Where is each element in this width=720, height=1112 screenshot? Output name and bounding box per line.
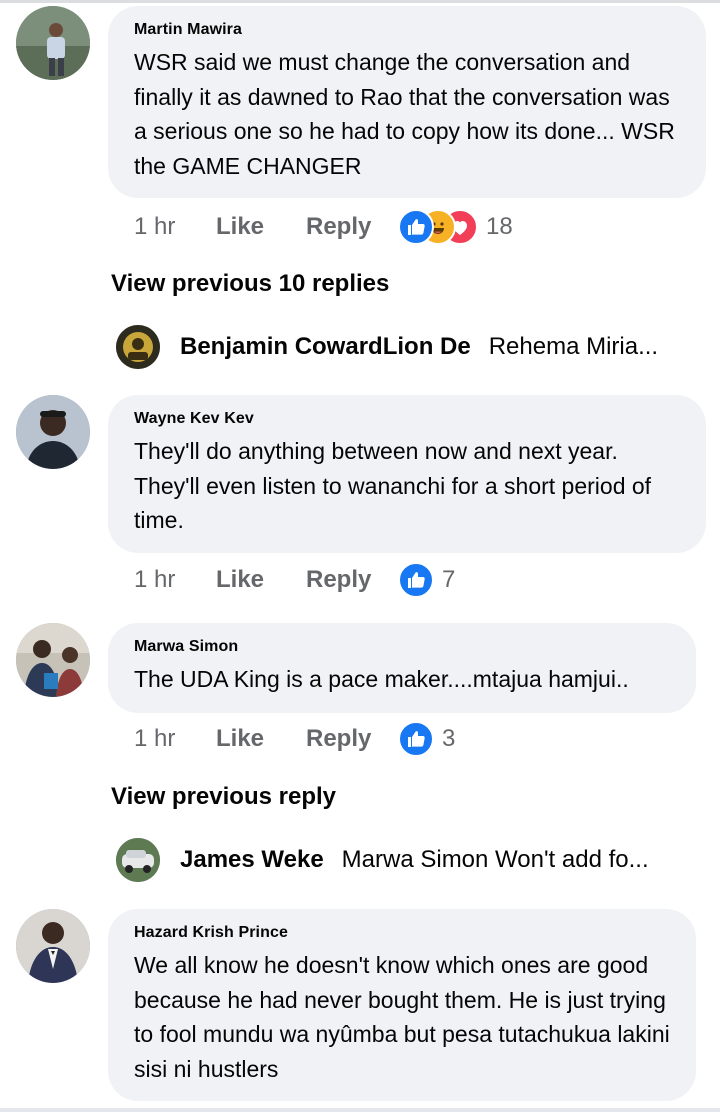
avatar-photo-icon (116, 325, 160, 369)
comment-text: WSR said we must change the conversation… (134, 49, 675, 179)
collapsed-reply[interactable]: Benjamin CowardLion De Rehema Miria... (116, 325, 658, 369)
comment-time[interactable]: 1 hr (134, 566, 216, 594)
view-previous-reply-link[interactable]: View previous reply (111, 779, 336, 815)
reply-author[interactable]: Benjamin CowardLion De (180, 333, 471, 361)
comment-bubble: Martin Mawira WSR said we must change th… (108, 6, 706, 198)
view-previous-replies-link[interactable]: View previous 10 replies (111, 266, 389, 302)
comment-actions: 1 hr Like Reply 7 (134, 562, 455, 598)
like-button[interactable]: Like (216, 725, 306, 753)
avatar-photo-icon (16, 909, 90, 983)
avatar-photo-icon (116, 838, 160, 882)
reply-button[interactable]: Reply (306, 213, 398, 241)
comment-bubble: Marwa Simon The UDA King is a pace maker… (108, 623, 696, 713)
reactions-summary[interactable]: 18 (398, 209, 513, 245)
avatar-photo-icon (16, 395, 90, 469)
comment-time[interactable]: 1 hr (134, 725, 216, 753)
reactions-summary[interactable]: 7 (398, 562, 455, 598)
reaction-count: 18 (486, 213, 513, 240)
avatar[interactable] (16, 623, 90, 697)
avatar-photo-icon (16, 623, 90, 697)
avatar[interactable] (16, 395, 90, 469)
reply-author[interactable]: James Weke (180, 846, 324, 874)
like-button[interactable]: Like (216, 213, 306, 241)
comment-bubble: Hazard Krish Prince We all know he doesn… (108, 909, 696, 1101)
avatar[interactable] (16, 909, 90, 983)
top-edge (0, 0, 720, 3)
comment-author[interactable]: Martin Mawira (134, 20, 682, 40)
comment-actions: 1 hr Like Reply 3 (134, 721, 455, 757)
comment-text: The UDA King is a pace maker....mtajua h… (134, 666, 629, 692)
like-reaction-icon (398, 562, 434, 598)
comment-text: We all know he doesn't know which ones a… (134, 952, 670, 1082)
reply-preview: Rehema Miria... (488, 333, 659, 360)
reply-button[interactable]: Reply (306, 725, 398, 753)
reply-preview: Marwa Simon Won't add fo... (341, 846, 649, 873)
comment-text: They'll do anything between now and next… (134, 438, 652, 533)
reaction-count: 7 (442, 566, 456, 593)
like-button[interactable]: Like (216, 566, 306, 594)
reaction-count: 3 (442, 725, 456, 752)
reply-button[interactable]: Reply (306, 566, 398, 594)
comment-author[interactable]: Hazard Krish Prince (134, 923, 672, 943)
like-reaction-icon (398, 209, 434, 245)
like-reaction-icon (398, 721, 434, 757)
avatar[interactable] (116, 838, 160, 882)
comment-time[interactable]: 1 hr (134, 213, 216, 241)
reactions-summary[interactable]: 3 (398, 721, 455, 757)
collapsed-reply[interactable]: James Weke Marwa Simon Won't add fo... (116, 838, 649, 882)
comment-author[interactable]: Wayne Kev Kev (134, 409, 682, 429)
avatar[interactable] (116, 325, 160, 369)
comment-author[interactable]: Marwa Simon (134, 637, 672, 657)
comment-bubble: Wayne Kev Kev They'll do anything betwee… (108, 395, 706, 553)
comment-actions: 1 hr Like Reply 18 (134, 209, 513, 245)
bottom-edge (0, 1108, 720, 1112)
avatar-photo-icon (16, 6, 90, 80)
avatar[interactable] (16, 6, 90, 80)
